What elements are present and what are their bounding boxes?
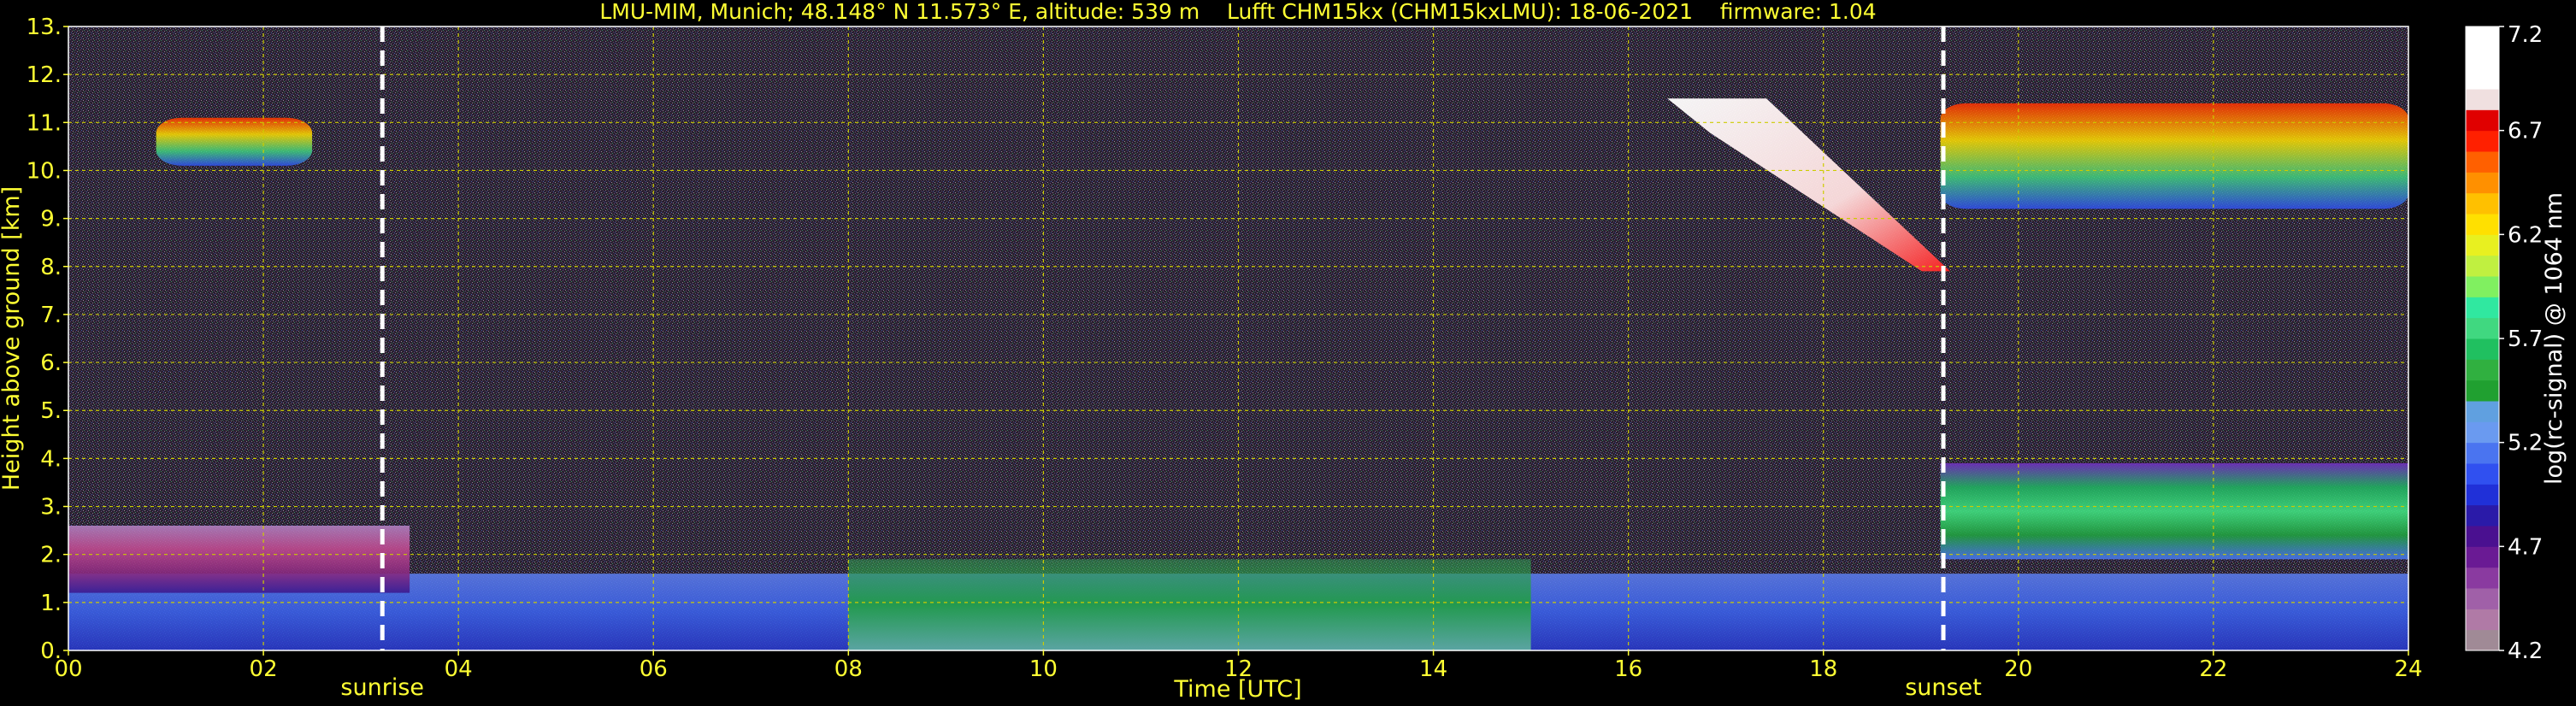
x-tick-label: 14: [1419, 656, 1447, 682]
y-axis-label: Height above ground [km]: [0, 186, 25, 491]
colorbar-segment: [2466, 504, 2499, 527]
colorbar-segment: [2466, 484, 2499, 506]
colorbar-segment: [2466, 109, 2499, 132]
y-tick-labels: 0. 1. 2. 3. 4. 5. 6. 7. 8. 9. 10. 11. 12. 13.: [27, 15, 68, 664]
x-tick-label: 16: [1614, 656, 1642, 682]
colorbar-segment: [2466, 629, 2499, 651]
colorbar-segment: [2466, 421, 2499, 444]
colorbar-segment: [2466, 297, 2499, 319]
colorbar-segment: [2466, 463, 2499, 485]
feature-3: [156, 117, 313, 166]
colorbar-segment: [2466, 130, 2499, 152]
colorbar-tick-label: 4.2: [2508, 638, 2543, 664]
y-tick-label: 5.: [40, 398, 62, 424]
y-tick-label: 11.: [27, 110, 62, 136]
x-tick-label: 18: [1809, 656, 1837, 682]
y-tick-label: 9.: [40, 207, 62, 232]
feature-2: [848, 559, 1531, 650]
feature-6: [1940, 463, 2408, 560]
colorbar-tick-label: 5.2: [2508, 431, 2543, 456]
x-tick-label: 02: [250, 656, 278, 682]
x-tick-label: 22: [2199, 656, 2227, 682]
colorbar-segment: [2466, 338, 2499, 360]
colorbar-segment: [2466, 234, 2499, 256]
y-tick-label: 1.: [40, 591, 62, 616]
sunrise-label: sunrise: [340, 674, 424, 701]
ceilometer-figure: 00 02 04 06 08 10 12 14 16 18 20 22 24sunrise sunset …: [0, 0, 2567, 703]
chart-title: LMU-MIM, Munich; 48.148° N 11.573° E, al…: [599, 0, 1876, 24]
colorbar-segment: [2466, 214, 2499, 235]
colorbar-tick-label: 6.2: [2508, 222, 2543, 248]
y-tick-label: 2.: [40, 543, 62, 568]
y-tick-label: 6.: [40, 350, 62, 376]
colorbar-segment: [2466, 276, 2499, 297]
colorbar-segment: [2466, 546, 2499, 568]
colorbar-segment: [2466, 317, 2499, 339]
colorbar-segment: [2466, 151, 2499, 173]
colorbar-segment: [2466, 172, 2499, 194]
y-tick-label: 12.: [27, 62, 62, 88]
colorbar-segment: [2466, 567, 2499, 589]
y-tick-label: 3.: [40, 495, 62, 521]
x-tick-label: 20: [2004, 656, 2032, 682]
y-tick-label: 10.: [27, 158, 62, 184]
colorbar-segment: [2466, 401, 2499, 422]
y-tick-label: 13.: [27, 15, 62, 40]
colorbar-label: log(rc-signal) @ 1064 nm: [2541, 192, 2567, 485]
x-tick-label: 10: [1029, 656, 1058, 682]
x-tick-label: 08: [834, 656, 863, 682]
colorbar-segment: [2466, 192, 2499, 215]
sunset-label: sunset: [1905, 674, 1982, 701]
x-tick-label: 04: [445, 656, 473, 682]
y-tick-label: 8.: [40, 255, 62, 280]
colorbar-tick-label: 4.7: [2508, 534, 2543, 560]
colorbar-tick-label: 5.7: [2508, 327, 2543, 352]
colorbar-tick-label: 7.2: [2508, 22, 2543, 48]
colorbar-segment: [2466, 609, 2499, 631]
colorbar: [2466, 26, 2499, 651]
colorbar-segment: [2466, 526, 2499, 547]
colorbar-segment: [2466, 588, 2499, 609]
colorbar-segment: [2466, 379, 2499, 402]
y-tick-label: 7.: [40, 303, 62, 328]
feature-5: [1940, 103, 2408, 209]
colorbar-segment: [2466, 89, 2499, 110]
colorbar-tick-labels: 4.2 4.7 5.2 5.7 6.2 6.7 7.2: [2499, 22, 2543, 664]
colorbar-segment: [2466, 255, 2499, 277]
y-tick-label: 0.: [40, 638, 62, 664]
y-tick-label: 4.: [40, 446, 62, 472]
colorbar-segment: [2466, 359, 2499, 381]
colorbar-segment: [2466, 47, 2499, 69]
x-tick-label: 06: [640, 656, 668, 682]
colorbar-tick-label: 6.7: [2508, 119, 2543, 144]
colorbar-segment: [2466, 68, 2499, 90]
colorbar-segment: [2466, 26, 2499, 48]
colorbar-segment: [2466, 442, 2499, 464]
x-tick-label: 24: [2394, 656, 2422, 682]
feature-1: [68, 526, 410, 593]
x-axis-label: Time [UTC]: [1173, 676, 1301, 703]
